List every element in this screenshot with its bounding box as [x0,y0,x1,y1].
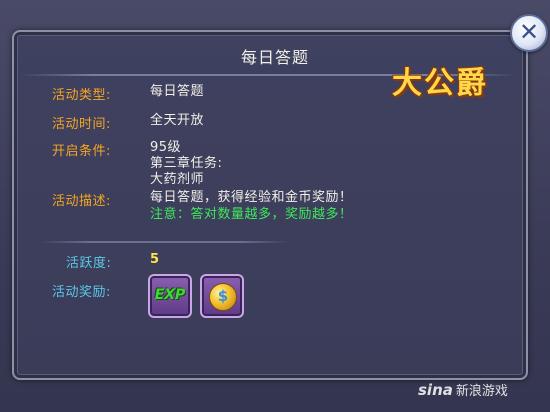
activity-time-label: 活动时间: [52,117,111,132]
reward-gold[interactable]: $ [200,274,244,318]
coin-symbol: $ [217,287,229,305]
game-logo: 大公爵 [380,50,500,112]
activity-points-value: 5 [150,252,160,267]
exp-icon: EXP [154,287,186,303]
activity-points-label: 活跃度: [66,256,112,271]
activity-type-value: 每日答题 [150,84,205,99]
watermark: sina 新浪游戏 [418,380,508,399]
activity-desc-line-1: 每日答题，获得经验和金币奖励！ [150,190,353,205]
section-divider [40,241,290,243]
open-condition-label: 开启条件: [52,144,111,159]
close-icon: ✕ [518,18,540,46]
activity-desc-note: 注意：答对数量越多，奖励越多！ [150,207,353,222]
gold-coin-icon: $ [209,283,237,311]
open-condition-line-3: 大药剂师 [150,172,205,187]
close-button[interactable]: ✕ [510,14,548,52]
activity-time-value: 全天开放 [150,113,205,128]
reward-exp[interactable]: EXP [148,274,192,318]
watermark-brand: sina [418,381,453,399]
game-logo-text: 大公爵 [392,66,488,101]
open-condition-line-1: 95级 [150,140,182,155]
activity-type-label: 活动类型: [52,88,111,103]
watermark-text: 新浪游戏 [455,384,508,399]
activity-desc-label: 活动描述: [52,194,111,209]
activity-rewards-label: 活动奖励: [52,285,111,300]
open-condition-line-2: 第三章任务: [150,156,223,171]
